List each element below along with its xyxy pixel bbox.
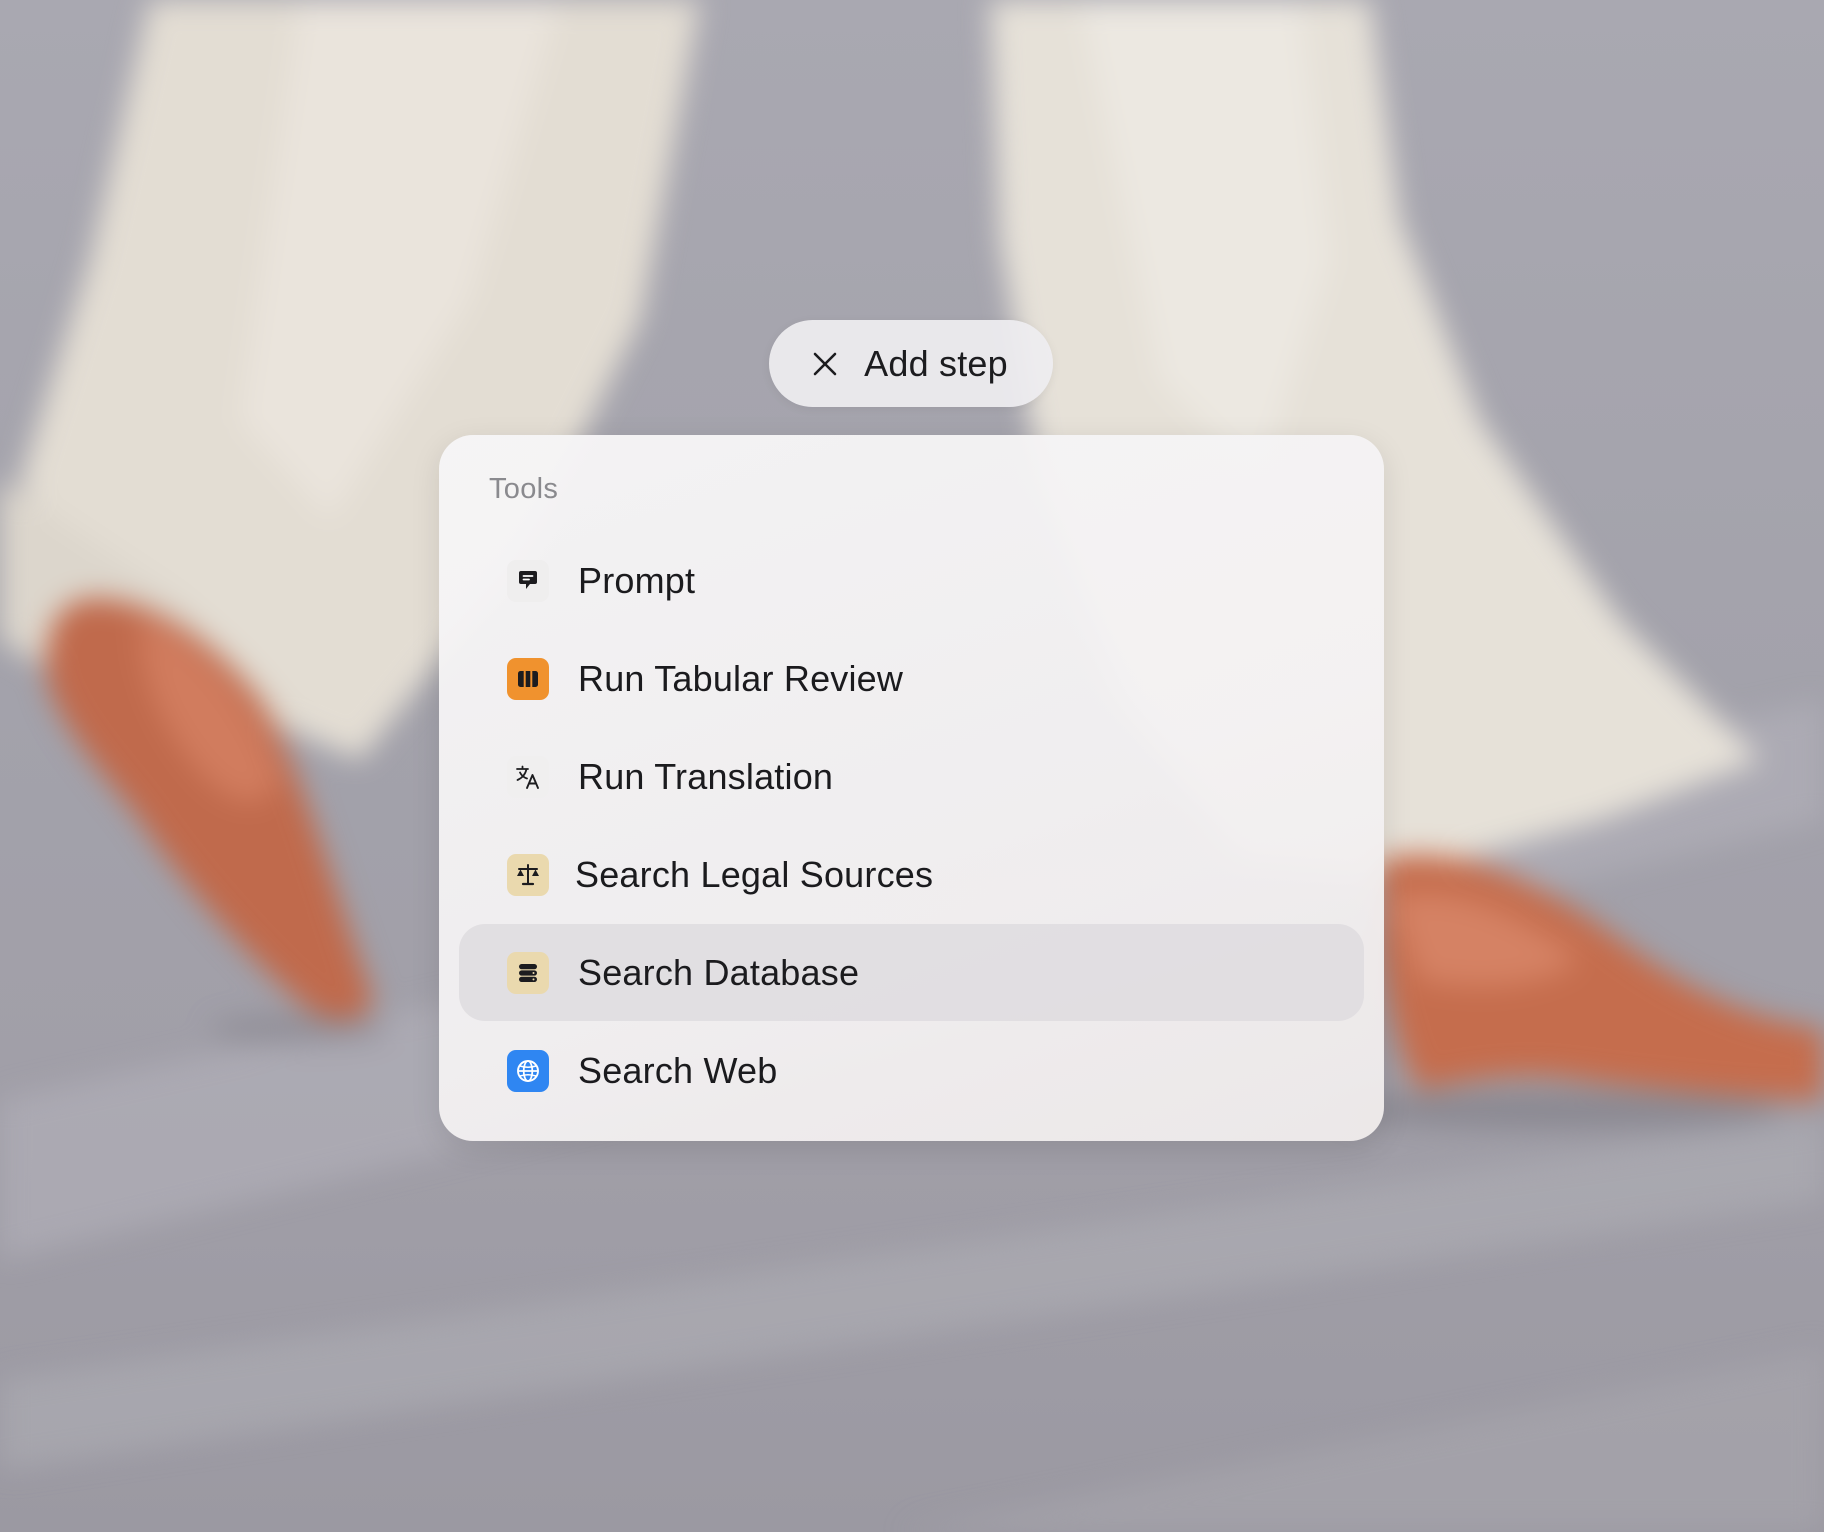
- menu-item-run-tabular-review[interactable]: Run Tabular Review: [459, 630, 1364, 727]
- menu-item-search-web[interactable]: Search Web: [459, 1022, 1364, 1119]
- scales-icon: [507, 853, 549, 896]
- menu-item-label: Search Legal Sources: [575, 853, 934, 895]
- menu-item-run-translation[interactable]: Run Translation: [459, 728, 1364, 825]
- menu-item-label: Search Web: [578, 1049, 778, 1091]
- menu-item-search-database[interactable]: Search Database: [459, 924, 1364, 1021]
- tools-section-title: Tools: [489, 473, 559, 505]
- add-step-label: Add step: [864, 342, 1008, 384]
- menu-item-label: Search Database: [578, 951, 860, 993]
- menu-item-label: Run Tabular Review: [578, 657, 904, 699]
- database-icon: [507, 951, 549, 994]
- menu-item-prompt[interactable]: Prompt: [459, 532, 1364, 629]
- menu-item-label: Run Translation: [578, 755, 834, 797]
- menu-item-search-legal-sources[interactable]: Search Legal Sources: [459, 826, 1364, 923]
- columns-icon: [507, 657, 549, 700]
- tools-menu: Tools Prompt Run Tabular Review Run Tran…: [439, 435, 1384, 1141]
- close-icon[interactable]: [810, 349, 840, 379]
- globe-icon: [507, 1049, 549, 1092]
- menu-item-label: Prompt: [578, 559, 696, 601]
- speech-bubble-icon: [507, 559, 549, 602]
- translate-icon: [507, 755, 549, 798]
- add-step-button[interactable]: Add step: [769, 320, 1053, 407]
